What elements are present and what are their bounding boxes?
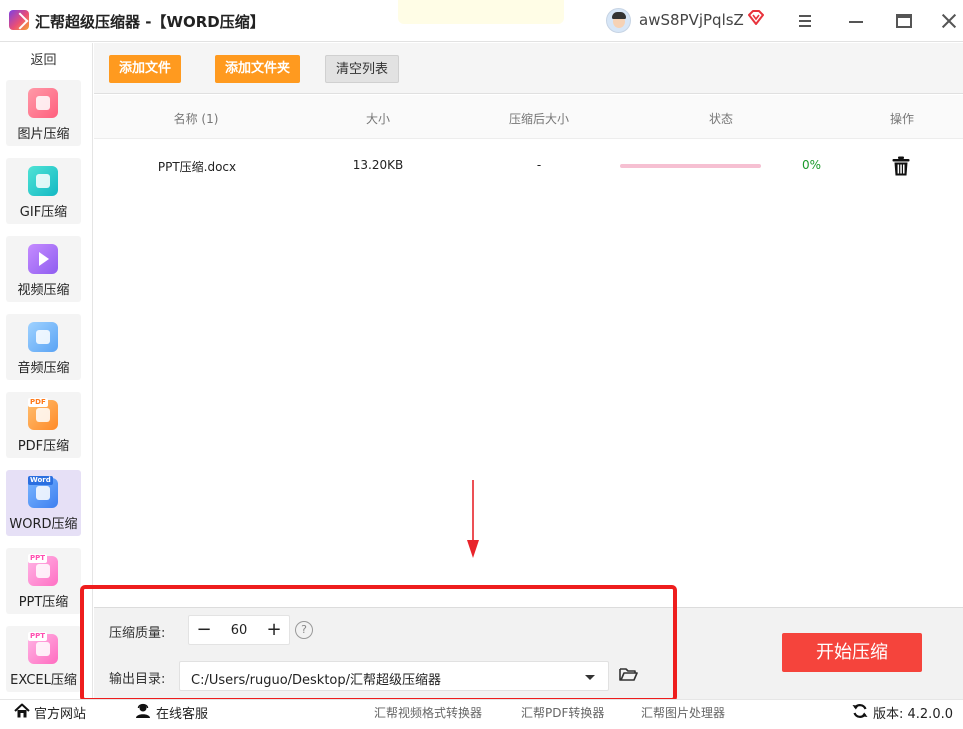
username[interactable]: awS8PVjPqlsZ [639,11,744,29]
sidebar-item-label: PDF压缩 [17,439,70,454]
pdf-converter-link[interactable]: 汇帮PDF转换器 [521,704,604,721]
column-header-status: 状态 [708,112,734,126]
audio-icon [28,322,58,352]
vip-diamond-icon[interactable] [747,9,765,27]
pdf-icon: PDF [28,398,58,430]
compressed-size: - [536,158,542,172]
video-icon [28,244,58,274]
start-compress-button[interactable]: 开始压缩 [782,633,922,672]
column-header-size[interactable]: 大小 [366,110,390,127]
watermark-overlay [398,0,564,24]
sidebar-item-label: 视频压缩 [17,283,70,298]
customer-service-icon[interactable] [135,703,151,719]
add-file-button[interactable]: 添加文件 [109,55,182,83]
menu-icon[interactable] [795,10,817,32]
online-support-link[interactable]: 在线客服 [156,703,208,722]
column-header-actions: 操作 [889,112,915,126]
sidebar-item-label: PPT压缩 [18,595,69,610]
file-name: PPT压缩.docx [157,160,237,174]
app-logo-icon [9,10,29,30]
column-header-compressed-size[interactable]: 压缩后大小 [509,110,569,127]
sidebar-item-excel[interactable]: PPT EXCEL压缩 [6,626,81,692]
table-row[interactable]: PPT压缩.docx 13.20KB - 0% [94,146,963,186]
sidebar-item-label: 音频压缩 [17,361,70,376]
footer: 官方网站 在线客服 汇帮视频格式转换器 汇帮PDF转换器 汇帮图片处理器 版本:… [0,699,963,729]
pdf-tag: PDF [28,398,48,407]
sidebar-item-label: 图片压缩 [17,127,70,142]
column-header-name[interactable]: 名称 (1) [174,110,219,127]
file-table-header: 名称 (1) 大小 压缩后大小 状态 操作 [94,95,963,139]
maximize-icon[interactable] [893,10,915,32]
red-arrow-annotation [467,480,479,558]
sidebar-item-audio[interactable]: 音频压缩 [6,314,81,380]
sidebar-item-image[interactable]: 图片压缩 [6,80,81,146]
sidebar-item-pdf[interactable]: PDF PDF压缩 [6,392,81,458]
image-icon [28,88,58,118]
back-link[interactable]: 返回 [0,49,87,68]
sidebar-item-label: WORD压缩 [9,517,78,532]
excel-icon: PPT [28,632,58,664]
delete-trash-icon[interactable] [892,156,910,176]
word-tag: Word [28,476,53,485]
file-size: 13.20KB [352,158,404,172]
ppt-icon: PPT [28,554,58,586]
video-converter-link[interactable]: 汇帮视频格式转换器 [374,704,482,721]
file-list-empty-area[interactable] [94,186,963,606]
progress-percent: 0% [802,158,822,172]
excel-tag: PPT [28,632,48,641]
home-icon[interactable] [14,703,30,719]
close-icon[interactable] [938,10,960,32]
image-processor-link[interactable]: 汇帮图片处理器 [641,704,725,721]
red-highlight-box [80,585,677,702]
sidebar-item-ppt[interactable]: PPT PPT压缩 [6,548,81,614]
progress-bar [620,164,761,168]
add-folder-button[interactable]: 添加文件夹 [215,55,301,83]
word-icon: Word [28,476,58,508]
user-avatar[interactable] [606,8,631,33]
toolbar: 添加文件 添加文件夹 清空列表 [94,43,963,94]
version-label: 版本: 4.2.0.0 [873,707,953,722]
gif-icon [28,166,58,196]
sidebar-item-word[interactable]: Word WORD压缩 [6,470,81,536]
ppt-tag: PPT [28,554,48,563]
title-bar: 汇帮超级压缩器 -【WORD压缩】 awS8PVjPqlsZ [0,0,963,42]
sidebar-item-label: GIF压缩 [19,205,68,220]
app-title: 汇帮超级压缩器 -【WORD压缩】 [35,13,265,31]
official-website-link[interactable]: 官方网站 [34,703,86,722]
sidebar-item-label: EXCEL压缩 [10,673,77,688]
sidebar-item-video[interactable]: 视频压缩 [6,236,81,302]
clear-list-button[interactable]: 清空列表 [325,55,400,83]
sidebar-item-gif[interactable]: GIF压缩 [6,158,81,224]
refresh-icon[interactable] [852,703,868,719]
minimize-icon[interactable] [845,10,867,32]
